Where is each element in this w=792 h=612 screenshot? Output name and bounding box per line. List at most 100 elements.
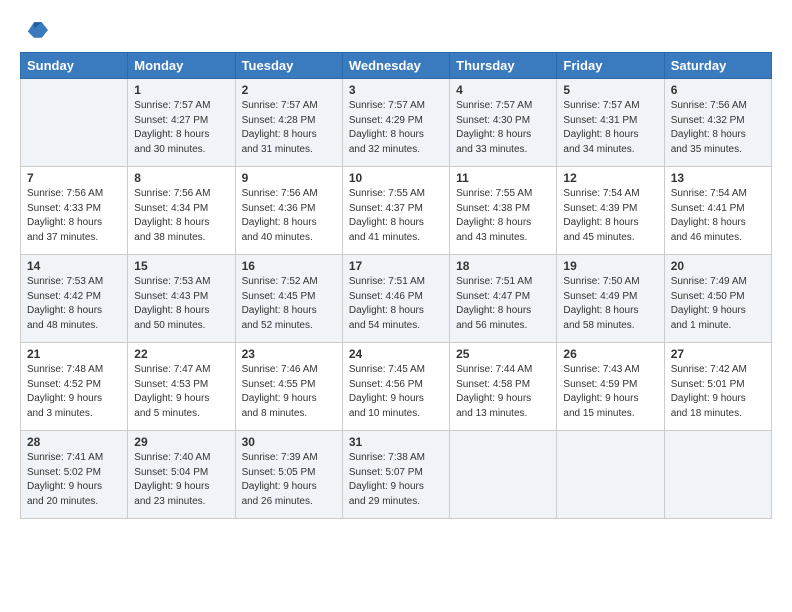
day-header: Monday: [128, 53, 235, 79]
calendar-cell: 12Sunrise: 7:54 AM Sunset: 4:39 PM Dayli…: [557, 167, 664, 255]
day-number: 1: [134, 83, 228, 97]
day-number: 20: [671, 259, 765, 273]
calendar-cell: 4 Sunrise: 7:57 AM Sunset: 4:30 PM Daylig…: [450, 79, 557, 167]
day-number: 3: [349, 83, 443, 97]
day-number: 31: [349, 435, 443, 449]
calendar-cell: 9Sunrise: 7:56 AM Sunset: 4:36 PM Daylig…: [235, 167, 342, 255]
calendar-cell: 3Sunrise: 7:57 AM Sunset: 4:29 PM Daylig…: [342, 79, 449, 167]
calendar-cell: 22 Sunrise: 7:47 AM Sunset: 4:53 PM Dayli…: [128, 343, 235, 431]
day-info: Sunrise: 7:56 AM Sunset: 4:34 PM Dayligh…: [134, 187, 228, 245]
day-number: 18: [456, 259, 550, 273]
day-info: Sunrise: 7:56 AM Sunset: 4:33 PM Dayligh…: [27, 187, 121, 245]
day-info: Sunrise: 7:57 AM Sunset: 4:30 PM Dayligh…: [456, 99, 550, 157]
day-number: 13: [671, 171, 765, 185]
day-number: 5: [563, 83, 657, 97]
day-info: Sunrise: 7:51 AM Sunset: 4:47 PM Dayligh…: [456, 275, 550, 333]
day-number: 30: [242, 435, 336, 449]
calendar-cell: 11 Sunrise: 7:55 AM Sunset: 4:38 PM Dayli…: [450, 167, 557, 255]
day-info: Sunrise: 7:54 AM Sunset: 4:39 PM Dayligh…: [563, 187, 657, 245]
calendar-cell: 20 Sunrise: 7:49 AM Sunset: 4:50 PM Dayli…: [664, 255, 771, 343]
day-info: Sunrise: 7:46 AM Sunset: 4:55 PM Dayligh…: [242, 363, 336, 421]
day-number: 6: [671, 83, 765, 97]
day-info: Sunrise: 7:40 AM Sunset: 5:04 PM Dayligh…: [134, 451, 228, 509]
day-info: Sunrise: 7:41 AM Sunset: 5:02 PM Dayligh…: [27, 451, 121, 509]
calendar-cell: 29 Sunrise: 7:40 AM Sunset: 5:04 PM Dayli…: [128, 431, 235, 519]
day-number: 9: [242, 171, 336, 185]
day-number: 21: [27, 347, 121, 361]
day-info: Sunrise: 7:39 AM Sunset: 5:05 PM Dayligh…: [242, 451, 336, 509]
day-info: Sunrise: 7:42 AM Sunset: 5:01 PM Dayligh…: [671, 363, 765, 421]
day-info: Sunrise: 7:47 AM Sunset: 4:53 PM Dayligh…: [134, 363, 228, 421]
calendar-cell: 16Sunrise: 7:52 AM Sunset: 4:45 PM Dayli…: [235, 255, 342, 343]
day-info: Sunrise: 7:56 AM Sunset: 4:32 PM Dayligh…: [671, 99, 765, 157]
day-number: 15: [134, 259, 228, 273]
day-header: Wednesday: [342, 53, 449, 79]
day-info: Sunrise: 7:44 AM Sunset: 4:58 PM Dayligh…: [456, 363, 550, 421]
calendar-cell: 24 Sunrise: 7:45 AM Sunset: 4:56 PM Dayli…: [342, 343, 449, 431]
day-number: 27: [671, 347, 765, 361]
calendar-week-row: 1 Sunrise: 7:57 AM Sunset: 4:27 PM Daylig…: [21, 79, 772, 167]
day-number: 11: [456, 171, 550, 185]
calendar-cell: 18 Sunrise: 7:51 AM Sunset: 4:47 PM Dayli…: [450, 255, 557, 343]
calendar-cell: [450, 431, 557, 519]
day-number: 4: [456, 83, 550, 97]
day-info: Sunrise: 7:48 AM Sunset: 4:52 PM Dayligh…: [27, 363, 121, 421]
day-number: 8: [134, 171, 228, 185]
calendar-cell: [664, 431, 771, 519]
calendar-cell: 27 Sunrise: 7:42 AM Sunset: 5:01 PM Dayli…: [664, 343, 771, 431]
calendar-cell: 19Sunrise: 7:50 AM Sunset: 4:49 PM Dayli…: [557, 255, 664, 343]
day-number: 28: [27, 435, 121, 449]
calendar-cell: 25 Sunrise: 7:44 AM Sunset: 4:58 PM Dayli…: [450, 343, 557, 431]
day-number: 17: [349, 259, 443, 273]
day-info: Sunrise: 7:57 AM Sunset: 4:28 PM Dayligh…: [242, 99, 336, 157]
day-number: 24: [349, 347, 443, 361]
day-header: Saturday: [664, 53, 771, 79]
day-number: 26: [563, 347, 657, 361]
calendar-cell: 10 Sunrise: 7:55 AM Sunset: 4:37 PM Dayli…: [342, 167, 449, 255]
calendar-cell: 17 Sunrise: 7:51 AM Sunset: 4:46 PM Dayli…: [342, 255, 449, 343]
day-number: 7: [27, 171, 121, 185]
calendar-cell: 26 Sunrise: 7:43 AM Sunset: 4:59 PM Dayli…: [557, 343, 664, 431]
calendar-cell: 23 Sunrise: 7:46 AM Sunset: 4:55 PM Dayli…: [235, 343, 342, 431]
calendar-cell: 6 Sunrise: 7:56 AM Sunset: 4:32 PM Daylig…: [664, 79, 771, 167]
calendar-cell: [21, 79, 128, 167]
calendar-cell: 31 Sunrise: 7:38 AM Sunset: 5:07 PM Dayli…: [342, 431, 449, 519]
day-number: 29: [134, 435, 228, 449]
calendar-cell: 7 Sunrise: 7:56 AM Sunset: 4:33 PM Daylig…: [21, 167, 128, 255]
day-header: Tuesday: [235, 53, 342, 79]
logo: [20, 16, 52, 44]
day-header: Sunday: [21, 53, 128, 79]
page: SundayMondayTuesdayWednesdayThursdayFrid…: [0, 0, 792, 612]
day-number: 22: [134, 347, 228, 361]
header-row: SundayMondayTuesdayWednesdayThursdayFrid…: [21, 53, 772, 79]
day-info: Sunrise: 7:38 AM Sunset: 5:07 PM Dayligh…: [349, 451, 443, 509]
day-number: 2: [242, 83, 336, 97]
calendar-cell: 5 Sunrise: 7:57 AM Sunset: 4:31 PM Daylig…: [557, 79, 664, 167]
calendar-cell: 13Sunrise: 7:54 AM Sunset: 4:41 PM Dayli…: [664, 167, 771, 255]
calendar-cell: 21 Sunrise: 7:48 AM Sunset: 4:52 PM Dayli…: [21, 343, 128, 431]
day-info: Sunrise: 7:55 AM Sunset: 4:38 PM Dayligh…: [456, 187, 550, 245]
calendar-cell: [557, 431, 664, 519]
day-number: 10: [349, 171, 443, 185]
header: [20, 16, 772, 44]
calendar-week-row: 28 Sunrise: 7:41 AM Sunset: 5:02 PM Dayli…: [21, 431, 772, 519]
calendar-cell: 8 Sunrise: 7:56 AM Sunset: 4:34 PM Daylig…: [128, 167, 235, 255]
calendar-cell: 2 Sunrise: 7:57 AM Sunset: 4:28 PM Daylig…: [235, 79, 342, 167]
day-header: Thursday: [450, 53, 557, 79]
day-header: Friday: [557, 53, 664, 79]
day-info: Sunrise: 7:43 AM Sunset: 4:59 PM Dayligh…: [563, 363, 657, 421]
calendar-table: SundayMondayTuesdayWednesdayThursdayFrid…: [20, 52, 772, 519]
logo-icon: [20, 16, 48, 44]
calendar-cell: 15Sunrise: 7:53 AM Sunset: 4:43 PM Dayli…: [128, 255, 235, 343]
day-info: Sunrise: 7:55 AM Sunset: 4:37 PM Dayligh…: [349, 187, 443, 245]
day-number: 23: [242, 347, 336, 361]
day-info: Sunrise: 7:45 AM Sunset: 4:56 PM Dayligh…: [349, 363, 443, 421]
day-info: Sunrise: 7:51 AM Sunset: 4:46 PM Dayligh…: [349, 275, 443, 333]
day-info: Sunrise: 7:50 AM Sunset: 4:49 PM Dayligh…: [563, 275, 657, 333]
day-info: Sunrise: 7:57 AM Sunset: 4:27 PM Dayligh…: [134, 99, 228, 157]
day-info: Sunrise: 7:49 AM Sunset: 4:50 PM Dayligh…: [671, 275, 765, 333]
day-number: 25: [456, 347, 550, 361]
day-info: Sunrise: 7:57 AM Sunset: 4:31 PM Dayligh…: [563, 99, 657, 157]
calendar-cell: 28 Sunrise: 7:41 AM Sunset: 5:02 PM Dayli…: [21, 431, 128, 519]
calendar-week-row: 21 Sunrise: 7:48 AM Sunset: 4:52 PM Dayli…: [21, 343, 772, 431]
